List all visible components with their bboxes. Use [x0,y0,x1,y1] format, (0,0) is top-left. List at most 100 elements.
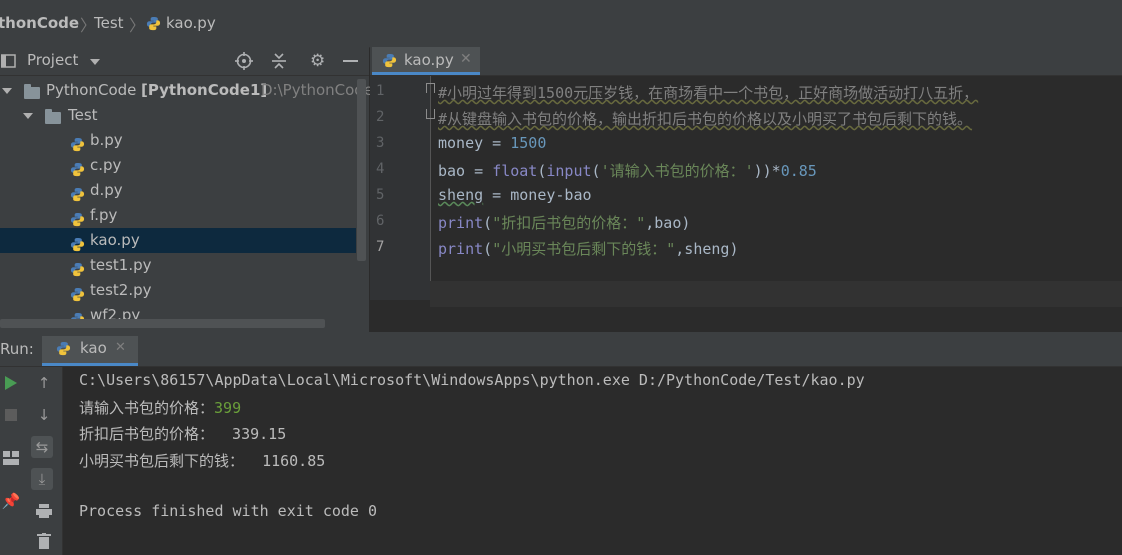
pin-icon[interactable]: 📌 [0,490,22,512]
tree-file-item[interactable]: test2.py [0,278,356,303]
identifier: money [438,134,484,152]
scroll-down-icon[interactable]: ↓ [33,404,55,426]
tree-file-label: f.py [90,206,118,224]
rerun-icon[interactable] [0,372,22,394]
folder-icon [24,84,40,99]
fold-marker-icon[interactable] [426,109,435,119]
close-icon[interactable]: ✕ [460,51,472,67]
code-line-1[interactable]: #小明过年得到1500元压岁钱，在商场看中一个书包，正好商场做活动打八五折， [438,82,978,103]
line-number: 7 [376,239,385,255]
line-number: 2 [376,109,385,125]
tree-folder-test[interactable]: Test [0,103,356,128]
run-label: Run: [0,340,34,358]
console-output-1: 折扣后书包的价格： 339.15 [79,425,287,443]
editor-tab-bar: kao.py ✕ [370,47,1122,76]
minimize-icon[interactable] [343,60,358,62]
console-exit-message: Process finished with exit code 0 [79,502,378,520]
string-literal: '请输入书包的价格：' [600,162,754,180]
expression: ,bao) [645,214,691,232]
run-toolbar: ↑ ↓ ⇆ ⤓ 📌 [0,367,63,555]
project-panel-title[interactable]: Project [27,51,78,69]
code-line-6[interactable]: print("折扣后书包的价格：",bao) [438,212,690,233]
run-tab-kao[interactable]: kao ✕ [42,336,138,366]
tree-file-item[interactable]: kao.py [0,228,356,253]
operator: ))* [753,162,781,180]
tree-root-label: PythonCode [46,81,137,99]
collapse-all-icon[interactable] [270,52,288,74]
tree-file-label: c.py [90,156,122,174]
trash-icon[interactable] [33,530,55,552]
print-icon[interactable] [33,500,55,522]
code-line-7[interactable]: print("小明买书包后剩下的钱：",sheng) [438,238,738,259]
code-line-3[interactable]: money = 1500 [438,134,546,152]
tree-file-label: test1.py [90,256,152,274]
breadcrumb-project[interactable]: thonCode [0,14,79,32]
code-line-5[interactable]: sheng = money-bao [438,186,592,204]
tree-file-item[interactable]: f.py [0,203,356,228]
tree-folder-label: Test [68,106,98,124]
layout-icon[interactable] [0,447,22,469]
console-prompt-line: 请输入书包的价格：399 [79,397,241,418]
project-view-icon [0,54,19,72]
expand-arrow-icon[interactable] [2,88,12,94]
console-output-2: 小明买书包后剩下的钱： 1160.85 [79,452,326,470]
builtin-function: input [546,162,592,180]
run-panel-header: Run: kao ✕ [0,332,1122,367]
python-file-icon [146,16,161,33]
string-literal: "折扣后书包的价格：" [492,214,646,232]
console-user-input: 399 [214,399,242,417]
line-number: 4 [376,161,385,177]
code-line-4[interactable]: bao = float(input('请输入书包的价格：'))*0.85 [438,160,817,181]
tree-file-item[interactable]: b.py [0,128,356,153]
scroll-up-icon[interactable]: ↑ [33,372,55,394]
editor-tab-kao[interactable]: kao.py ✕ [372,47,480,75]
paren: ( [483,214,493,232]
tree-file-item[interactable]: c.py [0,153,356,178]
paren: ( [591,162,601,180]
close-icon[interactable]: ✕ [115,340,126,355]
gear-icon[interactable]: ⚙ [310,51,325,71]
expression: = money-bao [483,186,592,204]
expand-arrow-icon[interactable] [23,113,33,119]
comment-text: #小明过年得到1500元压岁钱，在商场看中一个书包，正好商场做活动打八五折， [438,84,979,102]
stop-icon[interactable] [0,404,22,426]
tree-root-module: [PythonCode1] [141,81,268,99]
console-command: C:\Users\86157\AppData\Local\Microsoft\W… [79,371,865,389]
breadcrumb-folder[interactable]: Test [94,14,124,32]
number-literal: 1500 [510,134,547,152]
run-panel: Run: kao ✕ ↑ ↓ ⇆ ⤓ 📌 C:\Users\86157\AppD… [0,332,1122,555]
tree-file-item[interactable]: d.py [0,178,356,203]
folder-icon [45,109,61,124]
run-tab-label: kao [80,339,107,357]
expression: ,sheng) [675,240,739,258]
soft-wrap-icon[interactable]: ⇆ [31,436,53,458]
navigation-bar: thonCode 〉 Test 〉 kao.py [0,0,1122,48]
python-icon [56,341,71,358]
project-panel: Project ⚙ PythonCode [PythonCode1] D:\Py… [0,47,373,332]
tree-root[interactable]: PythonCode [PythonCode1] D:\PythonCode [0,78,373,103]
editor-tab-label: kao.py [404,51,454,69]
project-panel-header: Project ⚙ [0,47,369,76]
breadcrumb-file[interactable]: kao.py [166,14,216,32]
project-horizontal-scrollbar[interactable] [0,319,325,328]
chevron-down-icon[interactable] [90,59,100,65]
line-number: 5 [376,187,385,203]
scroll-to-end-icon[interactable]: ⤓ [31,468,53,490]
tree-file-item[interactable]: test1.py [0,253,356,278]
paren: ( [483,240,493,258]
code-line-2[interactable]: #从键盘输入书包的价格，输出折扣后书包的价格以及小明买了书包后剩下的钱。 [438,108,972,129]
breadcrumb-separator: 〉 [129,16,146,35]
tree-file-label: test2.py [90,281,152,299]
tree-file-label: d.py [90,181,123,199]
fold-marker-icon[interactable] [426,83,435,93]
tree-file-label: b.py [90,131,123,149]
current-line-highlight [430,281,1122,307]
identifier: bao = [438,162,493,180]
line-number: 3 [376,135,385,151]
builtin-function: print [438,240,484,258]
line-number: 6 [376,213,385,229]
code-editor: kao.py ✕ 1 2 3 4 5 6 7 #小明过年得到1500元压岁钱，在商场看中一个… [370,47,1122,332]
locate-target-icon[interactable] [235,52,253,74]
project-vertical-scrollbar[interactable] [357,79,366,261]
comment-text: #从键盘输入书包的价格，输出折扣后书包的价格以及小明买了书包后剩下的钱。 [438,110,973,128]
